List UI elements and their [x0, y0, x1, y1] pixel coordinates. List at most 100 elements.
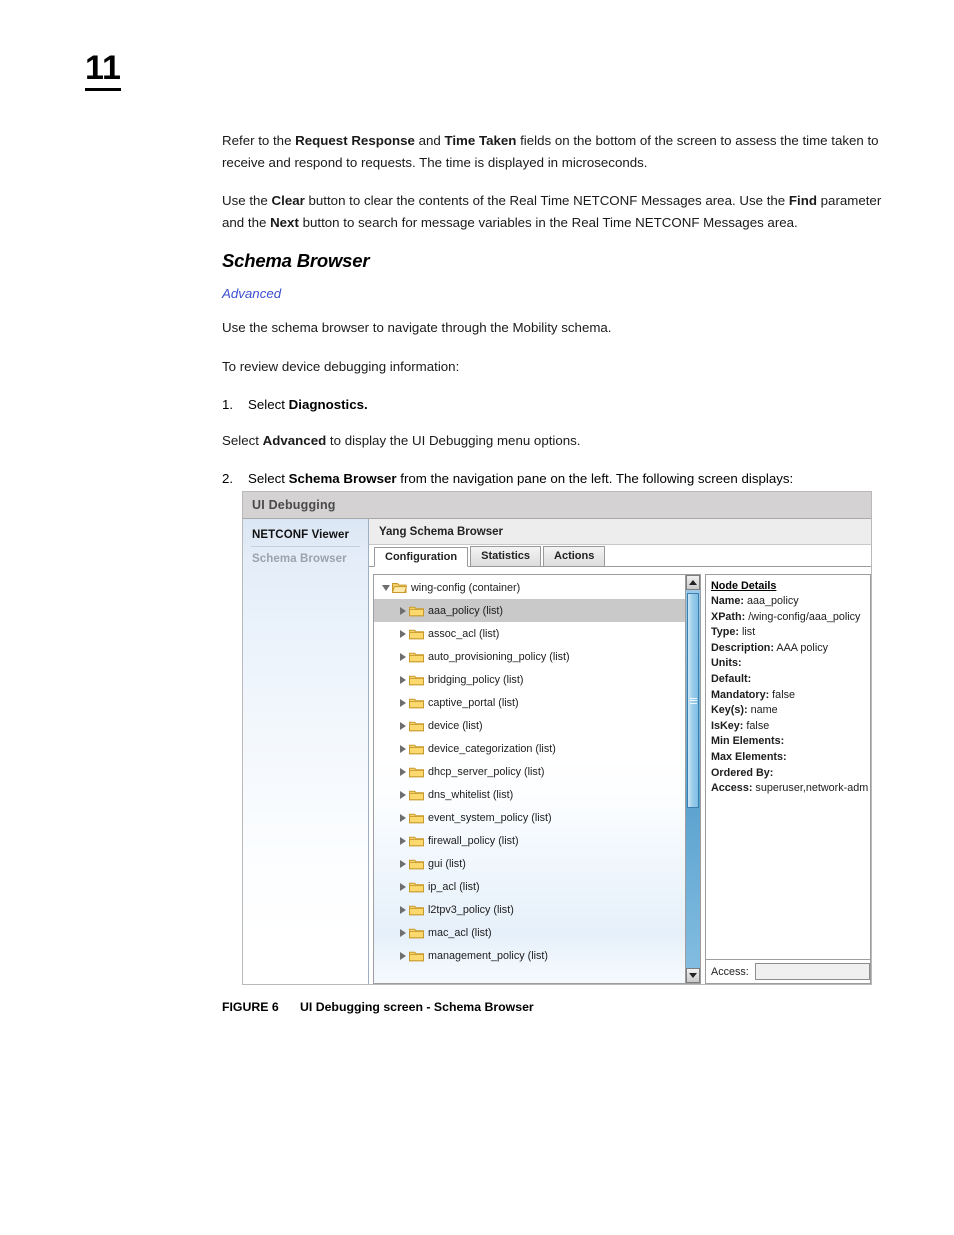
bold-term: Find	[788, 193, 817, 208]
chevron-right-icon[interactable]	[396, 629, 409, 638]
chevron-right-icon[interactable]	[396, 836, 409, 845]
folder-icon	[409, 674, 427, 686]
node-detail-key: Access:	[711, 782, 753, 795]
tree-node-label: device_categorization (list)	[428, 742, 556, 755]
tree-node[interactable]: aaa_policy (list)	[374, 599, 685, 622]
tree-node[interactable]: dhcp_server_policy (list)	[374, 760, 685, 783]
tree-node-label: captive_portal (list)	[428, 696, 519, 709]
tree-node[interactable]: auto_provisioning_policy (list)	[374, 645, 685, 668]
node-detail-key: IsKey:	[711, 719, 744, 732]
tree-root-node[interactable]: wing-config (container)	[374, 576, 685, 599]
tree-node[interactable]: dns_whitelist (list)	[374, 783, 685, 806]
tab-bar: Configuration Statistics Actions	[369, 545, 871, 567]
step-number-2: 2.	[222, 471, 234, 486]
chevron-right-icon[interactable]	[396, 859, 409, 868]
tab-label: Statistics	[481, 550, 531, 562]
tab-configuration[interactable]: Configuration	[374, 547, 469, 567]
paragraph-intro-1: To review device debugging information:	[222, 358, 460, 374]
pane-title-bar: Yang Schema Browser	[369, 519, 871, 545]
text-run: Refer to the	[222, 133, 296, 148]
scroll-down-button[interactable]	[686, 968, 700, 983]
tree-node[interactable]: assoc_acl (list)	[374, 622, 685, 645]
tree-node[interactable]: bridging_policy (list)	[374, 668, 685, 691]
chevron-right-icon[interactable]	[396, 790, 409, 799]
tab-statistics[interactable]: Statistics	[470, 546, 542, 566]
paragraph-select-advanced: Select Advanced to display the UI Debugg…	[222, 430, 882, 452]
tree-node-label: device (list)	[428, 719, 483, 732]
pane-title: Yang Schema Browser	[379, 525, 503, 538]
chevron-down-icon[interactable]	[379, 584, 392, 591]
app-title: UI Debugging	[252, 498, 336, 512]
tree-node-label: bridging_policy (list)	[428, 673, 524, 686]
scroll-up-button[interactable]	[686, 575, 700, 590]
chevron-right-icon[interactable]	[396, 928, 409, 937]
node-detail-value: false	[769, 688, 795, 701]
bold-term: Schema Browser	[288, 471, 397, 486]
chevron-right-icon[interactable]	[396, 698, 409, 707]
figure-caption: FIGURE 6 UI Debugging screen - Schema Br…	[222, 1000, 534, 1014]
tree-node[interactable]: firewall_policy (list)	[374, 829, 685, 852]
tree-node[interactable]: gui (list)	[374, 852, 685, 875]
tree-node[interactable]: mac_acl (list)	[374, 921, 685, 944]
chevron-right-icon[interactable]	[396, 721, 409, 730]
scrollbar-track[interactable]	[686, 590, 700, 968]
paragraph-request-response: Refer to the Request Response and Time T…	[222, 130, 882, 173]
figure-caption-text: UI Debugging screen - Schema Browser	[300, 1000, 534, 1014]
tree-node[interactable]: device (list)	[374, 714, 685, 737]
node-detail-row: IsKey: false	[711, 719, 870, 735]
folder-icon	[409, 927, 427, 939]
sidebar-item-schema-browser[interactable]: Schema Browser	[243, 547, 368, 570]
chevron-right-icon[interactable]	[396, 744, 409, 753]
text-run: and	[414, 133, 445, 148]
node-detail-row: XPath: /wing-config/aaa_policy	[711, 610, 870, 626]
step-text-1: Select Diagnostics.	[248, 394, 882, 416]
node-detail-key: Description:	[711, 641, 774, 654]
node-detail-row: Max Elements:	[711, 750, 870, 766]
sidebar-item-netconf-viewer[interactable]: NETCONF Viewer	[251, 526, 360, 547]
node-detail-row: Type: list	[711, 625, 870, 641]
page-number: 11	[85, 50, 121, 91]
schema-tree: wing-config (container) aaa_policy (list…	[374, 575, 685, 983]
access-field-label: Access:	[711, 965, 749, 978]
node-detail-row: Units:	[711, 656, 870, 672]
folder-icon	[409, 766, 427, 778]
chevron-right-icon[interactable]	[396, 767, 409, 776]
tree-node-label: gui (list)	[428, 857, 466, 870]
scrollbar-thumb[interactable]	[687, 593, 699, 808]
tree-node[interactable]: device_categorization (list)	[374, 737, 685, 760]
node-detail-key: XPath:	[711, 610, 746, 623]
content-area: wing-config (container) aaa_policy (list…	[369, 567, 871, 984]
node-detail-row: Ordered By:	[711, 766, 870, 782]
tree-node[interactable]: event_system_policy (list)	[374, 806, 685, 829]
node-detail-row: Mandatory: false	[711, 688, 870, 704]
chevron-right-icon[interactable]	[396, 652, 409, 661]
folder-icon	[409, 904, 427, 916]
tab-actions[interactable]: Actions	[543, 546, 606, 566]
tree-scrollbar[interactable]	[685, 575, 700, 983]
node-detail-value: superuser,network-adm	[752, 782, 869, 795]
chevron-right-icon[interactable]	[396, 951, 409, 960]
chevron-right-icon[interactable]	[396, 882, 409, 891]
node-detail-key: Default:	[711, 672, 752, 685]
bold-term: Diagnostics.	[288, 397, 368, 412]
tree-node-label: l2tpv3_policy (list)	[428, 903, 514, 916]
node-details-content: Node Details Name: aaa_policy XPath: /win…	[705, 574, 871, 960]
chevron-right-icon[interactable]	[396, 905, 409, 914]
folder-icon	[409, 720, 427, 732]
chevron-right-icon[interactable]	[396, 675, 409, 684]
chevron-right-icon[interactable]	[396, 813, 409, 822]
folder-icon	[409, 881, 427, 893]
access-field-row: Access:	[705, 960, 871, 984]
navigation-sidebar: NETCONF Viewer Schema Browser	[243, 519, 369, 984]
app-title-bar: UI Debugging	[243, 492, 871, 519]
tree-node[interactable]: ip_acl (list)	[374, 875, 685, 898]
access-input[interactable]	[754, 963, 870, 980]
node-detail-row: Name: aaa_policy	[711, 594, 870, 610]
tree-node[interactable]: l2tpv3_policy (list)	[374, 898, 685, 921]
node-detail-value: list	[739, 626, 756, 639]
chevron-right-icon[interactable]	[396, 606, 409, 615]
tree-node[interactable]: captive_portal (list)	[374, 691, 685, 714]
node-detail-key: Min Elements:	[711, 735, 785, 748]
tree-node[interactable]: management_policy (list)	[374, 944, 685, 967]
node-detail-value: name	[747, 704, 778, 717]
